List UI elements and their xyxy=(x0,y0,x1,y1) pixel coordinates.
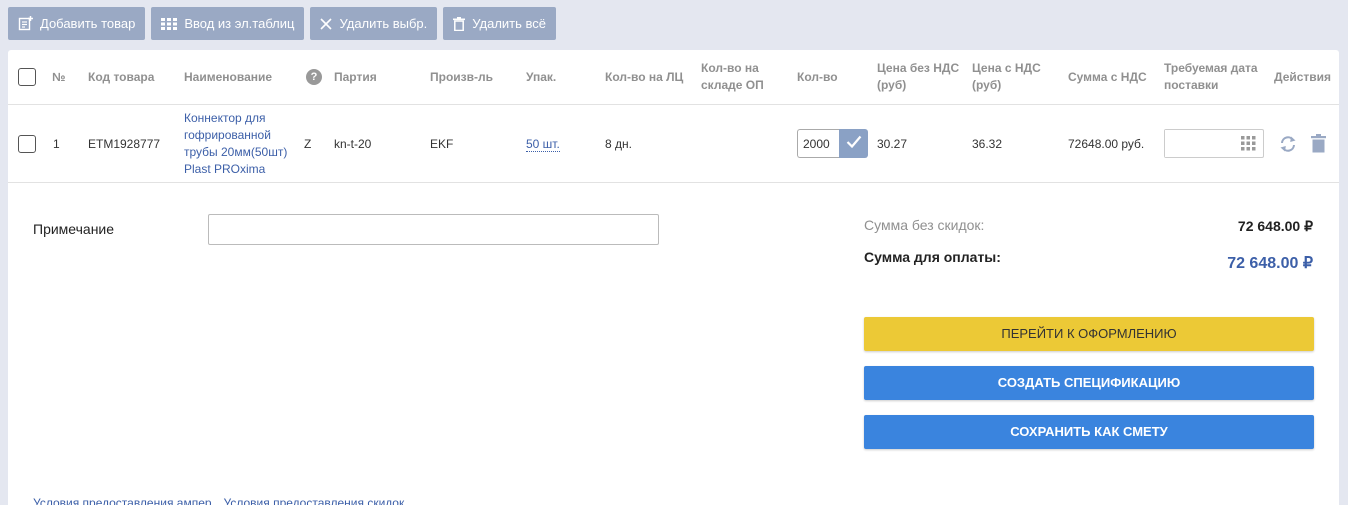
save-estimate-button[interactable]: СОХРАНИТЬ КАК СМЕТУ xyxy=(864,415,1314,449)
checkout-button[interactable]: ПЕРЕЙТИ К ОФОРМЛЕНИЮ xyxy=(864,317,1314,351)
trash-icon xyxy=(453,16,466,31)
product-manufacturer: EKF xyxy=(430,137,454,151)
header-qty-lc: Кол-во на ЛЦ xyxy=(605,70,684,84)
sum-vat: 72648.00 руб. xyxy=(1068,137,1145,151)
delete-all-label: Удалить всё xyxy=(472,16,547,31)
header-name: Наименование xyxy=(184,70,273,84)
spreadsheet-import-button[interactable]: Ввод из эл.таблиц xyxy=(151,7,305,40)
price-no-vat: 30.27 xyxy=(877,137,908,151)
quantity-control xyxy=(797,129,868,158)
add-product-button[interactable]: Добавить товар xyxy=(8,7,146,40)
header-code: Код товара xyxy=(88,70,155,84)
header-manufacturer: Произв-ль xyxy=(430,70,493,84)
delivery-date-field xyxy=(1164,129,1264,158)
toolbar: Добавить товар Ввод из эл.таблиц Удалить… xyxy=(8,7,557,40)
header-qty: Кол-во xyxy=(797,70,838,84)
spreadsheet-import-label: Ввод из эл.таблиц xyxy=(184,16,295,31)
delete-selected-button[interactable]: Удалить выбр. xyxy=(310,7,438,40)
sum-to-pay-value: 72 648.00 ₽ xyxy=(1227,255,1313,272)
delete-selected-label: Удалить выбр. xyxy=(339,16,428,31)
note-label: Примечание xyxy=(33,221,115,237)
header-batch: Партия xyxy=(334,70,377,84)
product-code: ETM1928777 xyxy=(88,137,161,151)
footer-links: Условия предоставления ампер Условия пре… xyxy=(33,496,404,505)
sum-to-pay-label: Сумма для оплаты: xyxy=(864,249,1001,265)
sum-no-discount-value: 72 648.00 ₽ xyxy=(1237,218,1313,234)
sum-no-discount-label: Сумма без скидок: xyxy=(864,217,985,233)
delete-all-button[interactable]: Удалить всё xyxy=(443,7,557,40)
cart-panel: № Код товара Наименование ? Партия Произ… xyxy=(8,50,1339,505)
header-delivery-date: Требуемая дата поставки xyxy=(1164,61,1258,92)
add-document-icon xyxy=(18,16,33,31)
close-icon xyxy=(320,17,333,30)
grid-icon xyxy=(161,17,178,30)
product-batch: kn-t-20 xyxy=(334,137,372,151)
row-num: 1 xyxy=(53,137,60,151)
table-row: 1 ETM1928777 Коннектор для гофрированной… xyxy=(8,105,1339,183)
add-product-label: Добавить товар xyxy=(40,16,136,31)
refresh-icon[interactable] xyxy=(1278,134,1298,159)
header-sum-vat: Сумма с НДС xyxy=(1068,70,1147,84)
create-specification-button[interactable]: СОЗДАТЬ СПЕЦИФИКАЦИЮ xyxy=(864,366,1314,400)
quantity-input[interactable] xyxy=(797,129,839,158)
product-flag: Z xyxy=(304,137,312,151)
delivery-date-input[interactable] xyxy=(1165,130,1235,157)
header-price-no-vat: Цена без НДС (руб) xyxy=(877,61,960,92)
footer-link-discounts[interactable]: Условия предоставления скидок xyxy=(224,496,405,505)
header-pack: Упак. xyxy=(526,70,557,84)
check-icon xyxy=(846,135,862,153)
note-input[interactable] xyxy=(208,214,659,245)
footer-link-amper[interactable]: Условия предоставления ампер xyxy=(33,496,212,505)
qty-lc: 8 дн. xyxy=(605,137,632,151)
price-vat: 36.32 xyxy=(972,137,1003,151)
trash-icon[interactable] xyxy=(1311,134,1326,158)
table-header: № Код товара Наименование ? Партия Произ… xyxy=(8,50,1339,105)
product-name-link[interactable]: Коннектор для гофрированной трубы 20мм(5… xyxy=(184,110,299,178)
header-qty-stock: Кол-во на складе ОП xyxy=(701,61,764,92)
confirm-quantity-button[interactable] xyxy=(839,129,868,158)
pack-link[interactable]: 50 шт. xyxy=(526,137,560,152)
help-icon[interactable]: ? xyxy=(306,69,322,85)
calendar-icon[interactable] xyxy=(1241,136,1256,156)
select-all-checkbox[interactable] xyxy=(18,68,36,86)
header-num: № xyxy=(52,70,66,84)
header-actions: Действия xyxy=(1274,70,1332,84)
row-checkbox[interactable] xyxy=(18,135,36,153)
header-price-vat: Цена с НДС (руб) xyxy=(972,61,1041,92)
